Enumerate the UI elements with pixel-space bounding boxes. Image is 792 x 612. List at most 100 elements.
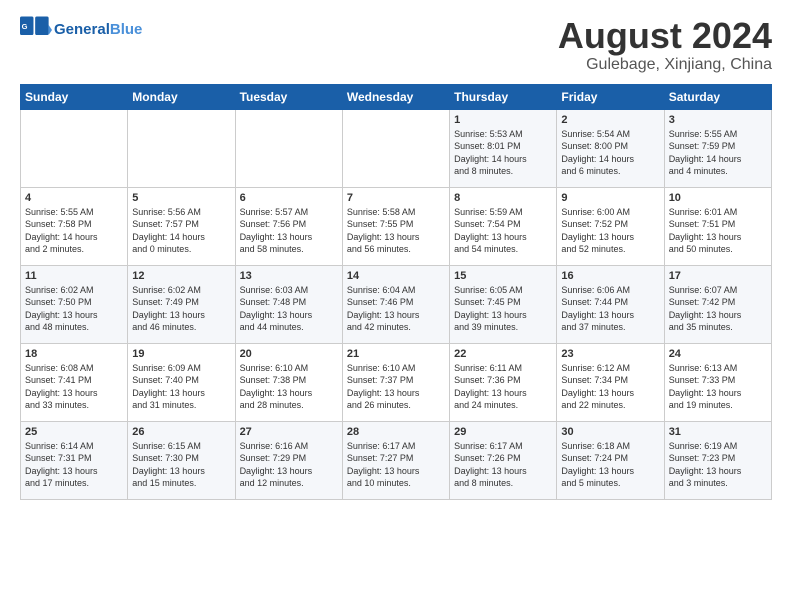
day-cell: 24 Sunrise: 6:13 AM Sunset: 7:33 PM Dayli…: [664, 343, 771, 421]
day-cell: 26 Sunrise: 6:15 AM Sunset: 7:30 PM Dayli…: [128, 421, 235, 499]
day-info: Sunrise: 6:00 AM Sunset: 7:52 PM Dayligh…: [561, 206, 659, 256]
day-cell: 7 Sunrise: 5:58 AM Sunset: 7:55 PM Daylig…: [342, 187, 449, 265]
day-number: 16: [561, 270, 659, 282]
day-cell: 15 Sunrise: 6:05 AM Sunset: 7:45 PM Dayli…: [450, 265, 557, 343]
day-number: 17: [669, 270, 767, 282]
column-header-friday: Friday: [557, 84, 664, 109]
day-number: 30: [561, 426, 659, 438]
day-info: Sunrise: 5:57 AM Sunset: 7:56 PM Dayligh…: [240, 206, 338, 256]
day-info: Sunrise: 5:56 AM Sunset: 7:57 PM Dayligh…: [132, 206, 230, 256]
day-cell: 29 Sunrise: 6:17 AM Sunset: 7:26 PM Dayli…: [450, 421, 557, 499]
day-number: 10: [669, 192, 767, 204]
logo-icon: G: [20, 16, 52, 44]
day-info: Sunrise: 6:03 AM Sunset: 7:48 PM Dayligh…: [240, 284, 338, 334]
day-number: 26: [132, 426, 230, 438]
day-info: Sunrise: 5:58 AM Sunset: 7:55 PM Dayligh…: [347, 206, 445, 256]
day-cell: 11 Sunrise: 6:02 AM Sunset: 7:50 PM Dayli…: [21, 265, 128, 343]
day-info: Sunrise: 5:59 AM Sunset: 7:54 PM Dayligh…: [454, 206, 552, 256]
day-cell: 9 Sunrise: 6:00 AM Sunset: 7:52 PM Daylig…: [557, 187, 664, 265]
day-number: 23: [561, 348, 659, 360]
day-number: 25: [25, 426, 123, 438]
day-number: 4: [25, 192, 123, 204]
day-info: Sunrise: 6:11 AM Sunset: 7:36 PM Dayligh…: [454, 362, 552, 412]
day-number: 24: [669, 348, 767, 360]
day-number: 2: [561, 114, 659, 126]
day-number: 7: [347, 192, 445, 204]
day-number: 14: [347, 270, 445, 282]
day-cell: 1 Sunrise: 5:53 AM Sunset: 8:01 PM Daylig…: [450, 109, 557, 187]
day-info: Sunrise: 6:16 AM Sunset: 7:29 PM Dayligh…: [240, 440, 338, 490]
calendar-header-row: SundayMondayTuesdayWednesdayThursdayFrid…: [21, 84, 772, 109]
day-info: Sunrise: 6:13 AM Sunset: 7:33 PM Dayligh…: [669, 362, 767, 412]
day-number: 8: [454, 192, 552, 204]
day-info: Sunrise: 6:10 AM Sunset: 7:37 PM Dayligh…: [347, 362, 445, 412]
day-cell: 19 Sunrise: 6:09 AM Sunset: 7:40 PM Dayli…: [128, 343, 235, 421]
day-cell: 23 Sunrise: 6:12 AM Sunset: 7:34 PM Dayli…: [557, 343, 664, 421]
day-cell: 25Sunrise: 6:14 AM Sunset: 7:31 PM Dayli…: [21, 421, 128, 499]
day-number: 6: [240, 192, 338, 204]
day-cell: 17Sunrise: 6:07 AM Sunset: 7:42 PM Dayli…: [664, 265, 771, 343]
day-info: Sunrise: 5:55 AM Sunset: 7:58 PM Dayligh…: [25, 206, 123, 256]
day-number: 27: [240, 426, 338, 438]
day-cell: 21 Sunrise: 6:10 AM Sunset: 7:37 PM Dayli…: [342, 343, 449, 421]
logo-general: General: [54, 21, 110, 38]
day-info: Sunrise: 6:02 AM Sunset: 7:49 PM Dayligh…: [132, 284, 230, 334]
day-info: Sunrise: 6:01 AM Sunset: 7:51 PM Dayligh…: [669, 206, 767, 256]
day-cell: [128, 109, 235, 187]
column-header-thursday: Thursday: [450, 84, 557, 109]
day-number: 20: [240, 348, 338, 360]
day-info: Sunrise: 6:08 AM Sunset: 7:41 PM Dayligh…: [25, 362, 123, 412]
day-number: 3: [669, 114, 767, 126]
day-info: Sunrise: 6:05 AM Sunset: 7:45 PM Dayligh…: [454, 284, 552, 334]
day-info: Sunrise: 6:12 AM Sunset: 7:34 PM Dayligh…: [561, 362, 659, 412]
calendar-table: SundayMondayTuesdayWednesdayThursdayFrid…: [20, 84, 772, 500]
day-number: 31: [669, 426, 767, 438]
week-row-4: 18 Sunrise: 6:08 AM Sunset: 7:41 PM Dayli…: [21, 343, 772, 421]
day-number: 18: [25, 348, 123, 360]
main-title: August 2024: [558, 16, 772, 56]
day-cell: 27 Sunrise: 6:16 AM Sunset: 7:29 PM Dayli…: [235, 421, 342, 499]
day-cell: 30Sunrise: 6:18 AM Sunset: 7:24 PM Dayli…: [557, 421, 664, 499]
day-cell: 31Sunrise: 6:19 AM Sunset: 7:23 PM Dayli…: [664, 421, 771, 499]
day-number: 19: [132, 348, 230, 360]
day-number: 13: [240, 270, 338, 282]
column-header-saturday: Saturday: [664, 84, 771, 109]
day-cell: 8 Sunrise: 5:59 AM Sunset: 7:54 PM Daylig…: [450, 187, 557, 265]
day-cell: 10 Sunrise: 6:01 AM Sunset: 7:51 PM Dayli…: [664, 187, 771, 265]
week-row-3: 11 Sunrise: 6:02 AM Sunset: 7:50 PM Dayli…: [21, 265, 772, 343]
day-info: Sunrise: 6:06 AM Sunset: 7:44 PM Dayligh…: [561, 284, 659, 334]
day-cell: [235, 109, 342, 187]
day-info: Sunrise: 6:17 AM Sunset: 7:27 PM Dayligh…: [347, 440, 445, 490]
week-row-2: 4 Sunrise: 5:55 AM Sunset: 7:58 PM Daylig…: [21, 187, 772, 265]
day-cell: 3 Sunrise: 5:55 AM Sunset: 7:59 PM Daylig…: [664, 109, 771, 187]
day-number: 28: [347, 426, 445, 438]
day-cell: 5Sunrise: 5:56 AM Sunset: 7:57 PM Daylig…: [128, 187, 235, 265]
day-number: 1: [454, 114, 552, 126]
day-cell: 12 Sunrise: 6:02 AM Sunset: 7:49 PM Dayli…: [128, 265, 235, 343]
day-info: Sunrise: 6:02 AM Sunset: 7:50 PM Dayligh…: [25, 284, 123, 334]
day-number: 22: [454, 348, 552, 360]
subtitle: Gulebage, Xinjiang, China: [558, 56, 772, 74]
day-number: 9: [561, 192, 659, 204]
day-cell: 6 Sunrise: 5:57 AM Sunset: 7:56 PM Daylig…: [235, 187, 342, 265]
day-info: Sunrise: 6:15 AM Sunset: 7:30 PM Dayligh…: [132, 440, 230, 490]
day-number: 11: [25, 270, 123, 282]
day-info: Sunrise: 5:54 AM Sunset: 8:00 PM Dayligh…: [561, 128, 659, 178]
day-cell: [21, 109, 128, 187]
day-info: Sunrise: 5:55 AM Sunset: 7:59 PM Dayligh…: [669, 128, 767, 178]
day-info: Sunrise: 6:09 AM Sunset: 7:40 PM Dayligh…: [132, 362, 230, 412]
column-header-tuesday: Tuesday: [235, 84, 342, 109]
day-number: 21: [347, 348, 445, 360]
day-info: Sunrise: 6:10 AM Sunset: 7:38 PM Dayligh…: [240, 362, 338, 412]
day-number: 29: [454, 426, 552, 438]
day-cell: 13 Sunrise: 6:03 AM Sunset: 7:48 PM Dayli…: [235, 265, 342, 343]
day-number: 12: [132, 270, 230, 282]
day-info: Sunrise: 6:17 AM Sunset: 7:26 PM Dayligh…: [454, 440, 552, 490]
day-cell: 20 Sunrise: 6:10 AM Sunset: 7:38 PM Dayli…: [235, 343, 342, 421]
day-number: 15: [454, 270, 552, 282]
title-block: August 2024 Gulebage, Xinjiang, China: [558, 16, 772, 74]
day-cell: 28 Sunrise: 6:17 AM Sunset: 7:27 PM Dayli…: [342, 421, 449, 499]
day-info: Sunrise: 5:53 AM Sunset: 8:01 PM Dayligh…: [454, 128, 552, 178]
day-cell: 2 Sunrise: 5:54 AM Sunset: 8:00 PM Daylig…: [557, 109, 664, 187]
column-header-monday: Monday: [128, 84, 235, 109]
